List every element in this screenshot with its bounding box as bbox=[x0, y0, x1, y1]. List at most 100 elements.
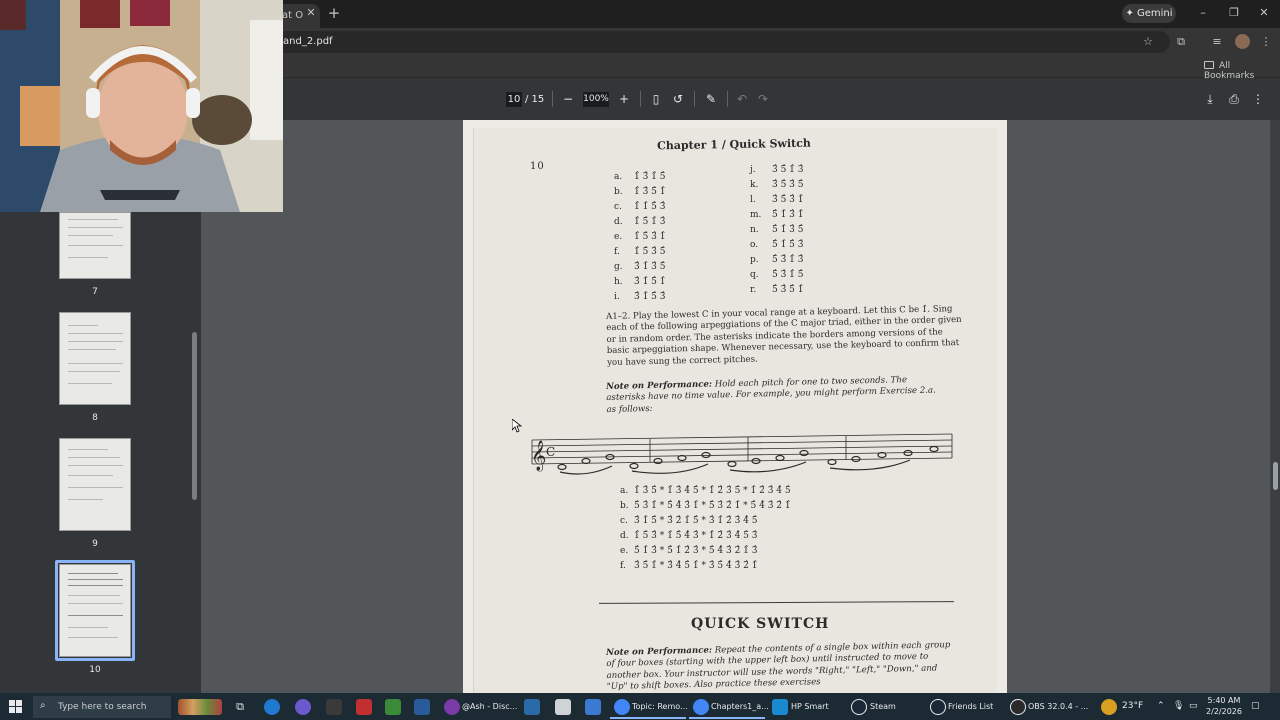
page-number-input[interactable]: 10 bbox=[506, 92, 522, 107]
copilot-icon[interactable] bbox=[295, 699, 311, 715]
microphone-icon[interactable]: 🎙 bbox=[1173, 701, 1184, 711]
obs-icon[interactable] bbox=[1010, 699, 1026, 715]
taskbar-item-obs[interactable]: OBS 32.0.4 - ... bbox=[1028, 697, 1088, 717]
zoom-input[interactable]: 100% bbox=[583, 92, 609, 107]
taskbar-item-steam[interactable]: Steam bbox=[870, 697, 896, 717]
gemini-icon: ✦ bbox=[1125, 8, 1137, 19]
chrome-menu-icon[interactable]: ⋮ bbox=[1258, 34, 1274, 50]
new-tab-icon[interactable]: + bbox=[326, 5, 342, 21]
pdf-page: Chapter 1 / Quick Switch 10 a. 1̂ 3̂ 1̂ 5… bbox=[463, 120, 1007, 693]
weather-icon[interactable] bbox=[1101, 699, 1117, 715]
toolbar-divider bbox=[640, 91, 641, 107]
exercise-label: l. bbox=[750, 195, 756, 205]
page-thumbnail-9[interactable] bbox=[59, 438, 131, 531]
more-actions-icon[interactable]: ⋮ bbox=[1250, 91, 1266, 107]
taskbar-item-discord[interactable]: @Ash - Disc... bbox=[462, 697, 517, 717]
scale-degrees: 5̂ 1̂ 3̂ 1̂ bbox=[772, 210, 804, 220]
edge-browser-icon[interactable] bbox=[264, 699, 280, 715]
search-icon: ⌕ bbox=[40, 700, 46, 711]
print-icon[interactable]: ⎙ bbox=[1226, 91, 1242, 107]
page-thumbnail-8[interactable] bbox=[59, 312, 131, 405]
redo-icon[interactable]: ↷ bbox=[755, 91, 771, 107]
cast-icon[interactable]: ⧉ bbox=[1173, 34, 1189, 50]
zoom-out-icon[interactable]: − bbox=[560, 91, 576, 107]
windows-start-icon[interactable] bbox=[9, 700, 23, 714]
download-icon[interactable]: ⤓ bbox=[1202, 91, 1218, 107]
exercise-label: b. bbox=[620, 501, 629, 511]
exercise-row: e. 1̂ 5̂ 3̂ 1̂ bbox=[614, 230, 666, 245]
toolbar-divider bbox=[727, 91, 728, 107]
hp-smart-icon[interactable] bbox=[772, 699, 788, 715]
exercise-label: c. bbox=[614, 202, 622, 212]
mouse-cursor-icon bbox=[512, 419, 522, 433]
app-icon[interactable] bbox=[326, 699, 342, 715]
annotate-icon[interactable]: ✎ bbox=[703, 91, 719, 107]
task-view-icon[interactable]: ⧉ bbox=[232, 699, 248, 715]
fit-page-icon[interactable]: ▯ bbox=[648, 91, 664, 107]
performance-note-1: Note on Performance: Hold each pitch for… bbox=[606, 374, 947, 416]
system-clock[interactable]: 5:40 AM 2/2/2026 bbox=[1206, 695, 1242, 717]
network-icon[interactable]: ▭ bbox=[1189, 701, 1198, 711]
page-thumbnail-7[interactable] bbox=[59, 212, 131, 279]
exercise-label: c. bbox=[620, 516, 628, 526]
taskbar-item-topic[interactable]: Topic: Remo... bbox=[632, 697, 688, 717]
exercise-label: d. bbox=[620, 531, 629, 541]
exercise-label: a. bbox=[614, 172, 623, 182]
chrome-icon[interactable] bbox=[614, 699, 630, 715]
exercise-label: g. bbox=[614, 262, 623, 272]
close-tab-icon[interactable]: ✕ bbox=[304, 6, 318, 20]
media-controls-icon[interactable]: ≡ bbox=[1209, 34, 1225, 50]
steam-icon[interactable] bbox=[851, 699, 867, 715]
rotate-icon[interactable]: ↺ bbox=[670, 91, 686, 107]
taskbar-search-box[interactable]: Type here to search bbox=[33, 696, 171, 718]
restore-icon[interactable]: ❐ bbox=[1223, 5, 1245, 21]
chevron-up-icon[interactable]: ⌃ bbox=[1157, 701, 1165, 711]
close-window-icon[interactable]: ✕ bbox=[1253, 5, 1275, 21]
active-indicator bbox=[689, 717, 765, 719]
exercise-list-left: a. 1̂ 3̂ 1̂ 5̂ b. 1̂ 3̂ 5̂ 1̂ c. 1̂ 1̂ 5̂ 3̂ d… bbox=[614, 170, 666, 305]
bookmark-star-icon[interactable]: ☆ bbox=[1140, 34, 1156, 50]
taskbar-item-chapters[interactable]: Chapters1_a... bbox=[711, 697, 769, 717]
app-icon[interactable] bbox=[524, 699, 540, 715]
minecraft-icon[interactable] bbox=[385, 699, 401, 715]
steam-icon[interactable] bbox=[930, 699, 946, 715]
file-icon[interactable] bbox=[555, 699, 571, 715]
discord-icon[interactable] bbox=[444, 699, 460, 715]
scale-degrees: 1̂ 3̂ 5̂ * 1̂ 3̂ 4̂ 5̂ * 1̂ 2̂ 3̂ 5̂ * 1… bbox=[634, 486, 791, 496]
scale-degrees: 3̂ 1̂ 3̂ 5̂ bbox=[634, 262, 666, 272]
app-icon[interactable] bbox=[356, 699, 372, 715]
thumbnail-page-number: 9 bbox=[92, 539, 98, 549]
scale-degrees: 3̂ 5̂ 1̂ * 3̂ 4̂ 5̂ 1̂ * 3̂ 5̂ 4̂ 3̂ 2̂ … bbox=[634, 561, 758, 571]
exercise-label: b. bbox=[614, 187, 623, 197]
zoom-in-icon[interactable]: + bbox=[616, 91, 632, 107]
page-thumbnail-10[interactable] bbox=[59, 564, 131, 657]
notifications-icon[interactable]: ▢ bbox=[1251, 701, 1260, 711]
weather-temperature[interactable]: 23°F bbox=[1122, 701, 1143, 711]
scale-degrees: 1̂ 5̂ 3̂ * 1̂ 5̂ 4̂ 3̂ * 1̂ 2̂ 3̂ 4̂ 5̂ … bbox=[634, 531, 758, 541]
app-icon[interactable] bbox=[585, 699, 601, 715]
undo-icon[interactable]: ↶ bbox=[734, 91, 750, 107]
minimize-icon[interactable]: – bbox=[1192, 5, 1214, 21]
app-icon[interactable] bbox=[414, 699, 430, 715]
taskbar-item-hp-smart[interactable]: HP Smart bbox=[791, 697, 829, 717]
gemini-button[interactable]: ✦ Gemini bbox=[1122, 4, 1176, 23]
scale-degrees: 1̂ 5̂ 1̂ 3̂ bbox=[634, 217, 666, 227]
url-text[interactable]: and_2.pdf bbox=[283, 36, 333, 47]
profile-avatar[interactable] bbox=[1235, 34, 1250, 49]
chrome-icon[interactable] bbox=[693, 699, 709, 715]
taskbar-item-friends-list[interactable]: Friends List bbox=[948, 697, 993, 717]
exercise-row: c. 3̂ 1̂ 5̂ * 3̂ 2̂ 1̂ 5̂ * 3̂ 1̂ 2̂ 3̂ 4… bbox=[620, 514, 791, 529]
exercise-row: b. 1̂ 3̂ 5̂ 1̂ bbox=[614, 185, 666, 200]
scale-degrees: 5̂ 3̂ 5̂ 1̂ bbox=[772, 285, 804, 295]
scale-degrees: 5̂ 3̂ 1̂ * 5̂ 4̂ 3̂ 1̂ * 5̂ 3̂ 2̂ 1̂ * 5… bbox=[634, 501, 791, 511]
viewer-scrollbar[interactable] bbox=[1270, 120, 1280, 693]
sidebar-scrollbar-thumb[interactable] bbox=[192, 332, 197, 500]
note-title: Note on Performance: bbox=[606, 379, 713, 392]
viewer-scrollbar-thumb[interactable] bbox=[1273, 462, 1278, 490]
exercise-label: q. bbox=[750, 270, 759, 280]
scale-degrees: 3̂ 1̂ 5̂ 1̂ bbox=[634, 277, 666, 287]
books-widget-icon[interactable] bbox=[178, 699, 222, 715]
omnibox[interactable] bbox=[270, 31, 1170, 53]
section-rule bbox=[598, 601, 955, 604]
exercise-row: p. 5̂ 3̂ 1̂ 3̂ bbox=[750, 253, 804, 268]
